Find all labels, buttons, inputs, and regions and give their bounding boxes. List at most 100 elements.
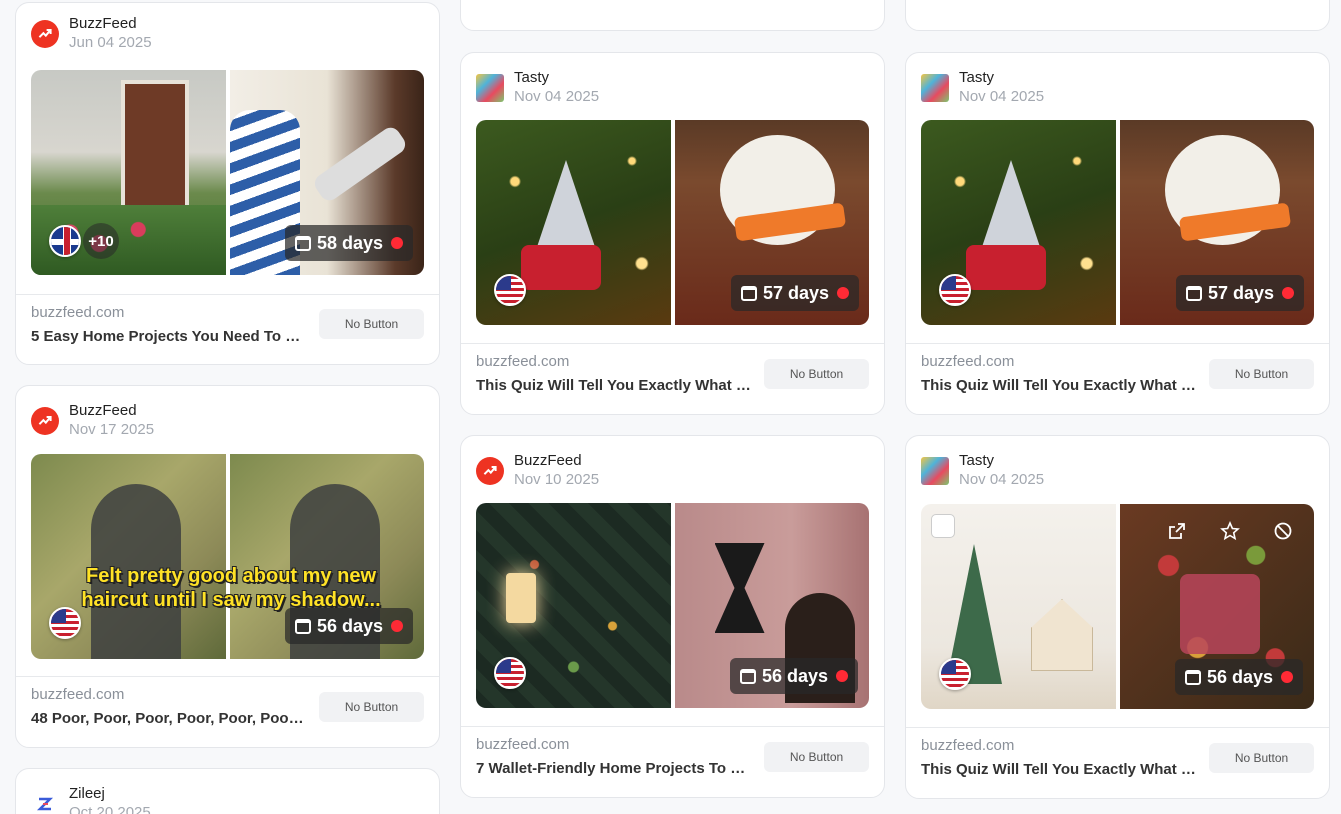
ad-media[interactable]: 57 days — [921, 120, 1314, 325]
ad-date: Nov 10 2025 — [514, 471, 600, 488]
divider — [461, 343, 884, 344]
ad-card-partial-top-right[interactable] — [905, 0, 1330, 31]
country-flag-icon — [494, 657, 526, 689]
advertiser-name[interactable]: Zileej — [69, 785, 105, 802]
ad-domain[interactable]: buzzfeed.com — [921, 353, 1014, 370]
ad-date: Nov 17 2025 — [69, 421, 155, 438]
ad-title[interactable]: 7 Wallet-Friendly Home Projects To Try T… — [476, 760, 751, 777]
ad-card[interactable]: BuzzFeed Nov 10 2025 56 days buzzfeed.co… — [460, 435, 885, 798]
advertiser-name[interactable]: BuzzFeed — [514, 452, 582, 469]
favorite-button[interactable] — [1217, 518, 1243, 544]
cta-button[interactable]: No Button — [319, 692, 424, 722]
ad-card[interactable]: Zileej Oct 20 2025 — [15, 768, 440, 814]
cta-button[interactable]: No Button — [1209, 743, 1314, 773]
country-flag-icon — [494, 274, 526, 306]
days-running-badge: 56 days — [1175, 659, 1304, 695]
divider — [16, 294, 439, 295]
country-flag-icon — [939, 274, 971, 306]
external-link-icon — [1169, 523, 1185, 539]
tasty-logo-icon — [921, 74, 949, 102]
days-running-label: 57 days — [1208, 282, 1275, 303]
block-icon — [1274, 522, 1292, 540]
ad-card[interactable]: BuzzFeed Jun 04 2025 +10 58 days buzzfee… — [15, 2, 440, 365]
days-running-label: 57 days — [763, 282, 830, 303]
ad-card[interactable]: Tasty Nov 04 2025 57 days buzzfeed.com T… — [460, 52, 885, 415]
days-running-label: 56 days — [762, 665, 829, 686]
cta-button[interactable]: No Button — [764, 359, 869, 389]
ad-domain[interactable]: buzzfeed.com — [31, 304, 124, 321]
days-running-badge: 56 days — [285, 608, 414, 644]
ad-media[interactable]: 57 days — [476, 120, 869, 325]
star-icon — [1220, 521, 1240, 541]
ad-date: Nov 04 2025 — [959, 471, 1045, 488]
ad-card-partial-top-middle[interactable] — [460, 0, 885, 31]
ad-date: Oct 20 2025 — [69, 804, 151, 814]
ad-domain[interactable]: buzzfeed.com — [476, 353, 569, 370]
status-dot-icon — [836, 670, 849, 682]
divider — [906, 727, 1329, 728]
days-running-badge: 57 days — [1176, 275, 1305, 311]
status-dot-icon — [1281, 671, 1294, 683]
ad-domain[interactable]: buzzfeed.com — [476, 736, 569, 753]
extra-countries-badge[interactable]: +10 — [83, 223, 119, 259]
buzzfeed-logo-icon — [31, 20, 59, 48]
days-running-label: 58 days — [317, 232, 384, 253]
ad-title[interactable]: 5 Easy Home Projects You Need To Try Thi… — [31, 328, 306, 345]
status-dot-icon — [391, 237, 404, 249]
calendar-icon — [1185, 669, 1201, 685]
advertiser-name[interactable]: Tasty — [959, 452, 994, 469]
days-running-label: 56 days — [317, 615, 384, 636]
ad-date: Nov 04 2025 — [959, 88, 1045, 105]
ad-domain[interactable]: buzzfeed.com — [921, 737, 1014, 754]
advertiser-name[interactable]: BuzzFeed — [69, 15, 137, 32]
ad-title[interactable]: 48 Poor, Poor, Poor, Poor, Poor, Poor So… — [31, 710, 306, 727]
cta-button[interactable]: No Button — [319, 309, 424, 339]
buzzfeed-logo-icon — [476, 457, 504, 485]
ad-card[interactable]: Tasty Nov 04 2025 57 days buzzfeed.com T… — [905, 52, 1330, 415]
cta-button[interactable]: No Button — [1209, 359, 1314, 389]
tasty-logo-icon — [921, 457, 949, 485]
status-dot-icon — [1282, 287, 1295, 299]
ad-title[interactable]: This Quiz Will Tell You Exactly What Hol… — [476, 377, 751, 394]
days-running-label: 56 days — [1207, 666, 1274, 687]
ad-media[interactable]: Felt pretty good about my new haircut un… — [31, 454, 424, 659]
tasty-logo-icon — [476, 74, 504, 102]
status-dot-icon — [837, 287, 850, 299]
card-header: Tasty Nov 04 2025 — [921, 450, 1314, 490]
days-running-badge: 56 days — [730, 658, 859, 694]
advertiser-name[interactable]: Tasty — [514, 69, 549, 86]
open-link-button[interactable] — [1164, 518, 1190, 544]
ad-date: Nov 04 2025 — [514, 88, 600, 105]
block-button[interactable] — [1270, 518, 1296, 544]
advertiser-name[interactable]: Tasty — [959, 69, 994, 86]
status-dot-icon — [391, 620, 404, 632]
image-caption: Felt pretty good about my new haircut un… — [81, 565, 381, 611]
divider — [16, 676, 439, 677]
country-flag-icon — [939, 658, 971, 690]
calendar-icon — [741, 285, 757, 301]
calendar-icon — [1186, 285, 1202, 301]
select-checkbox[interactable] — [931, 514, 955, 538]
days-running-badge: 57 days — [731, 275, 860, 311]
ad-media[interactable]: 56 days — [476, 503, 869, 708]
calendar-icon — [740, 668, 756, 684]
card-header: BuzzFeed Nov 10 2025 — [476, 450, 869, 490]
ad-title[interactable]: This Quiz Will Tell You Exactly What Hol… — [921, 377, 1196, 394]
ad-title[interactable]: This Quiz Will Tell You Exactly What Hol… — [921, 761, 1196, 778]
divider — [906, 343, 1329, 344]
card-header: Tasty Nov 04 2025 — [921, 67, 1314, 107]
buzzfeed-logo-icon — [31, 407, 59, 435]
calendar-icon — [295, 618, 311, 634]
ad-card[interactable]: Tasty Nov 04 2025 56 days buzzfeed.com T… — [905, 435, 1330, 799]
card-header: BuzzFeed Jun 04 2025 — [31, 13, 424, 53]
divider — [461, 726, 884, 727]
cta-button[interactable]: No Button — [764, 742, 869, 772]
ad-date: Jun 04 2025 — [69, 34, 152, 51]
ad-media[interactable]: 56 days — [921, 504, 1314, 709]
calendar-icon — [295, 235, 311, 251]
days-running-badge: 58 days — [285, 225, 414, 261]
ad-card[interactable]: BuzzFeed Nov 17 2025 Felt pretty good ab… — [15, 385, 440, 748]
ad-domain[interactable]: buzzfeed.com — [31, 686, 124, 703]
ad-media[interactable]: +10 58 days — [31, 70, 424, 275]
advertiser-name[interactable]: BuzzFeed — [69, 402, 137, 419]
